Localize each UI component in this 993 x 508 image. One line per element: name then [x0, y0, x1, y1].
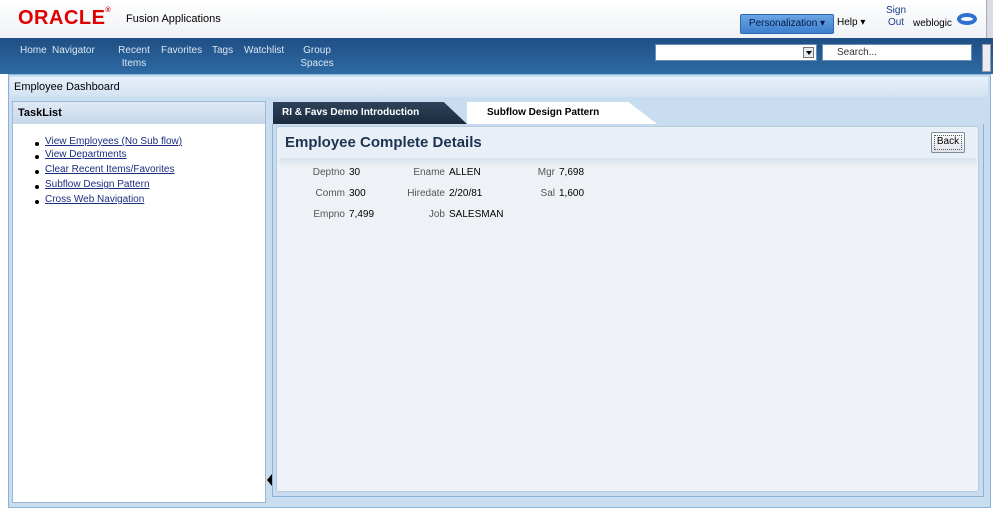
- task-cross-web-navigation-link[interactable]: Cross Web Navigation: [45, 194, 144, 205]
- nav-group-spaces[interactable]: Group Spaces: [298, 44, 336, 70]
- window-edge-scrollbar[interactable]: [986, 0, 993, 38]
- bullet-icon: [35, 155, 39, 159]
- back-button[interactable]: Back: [931, 132, 965, 153]
- field-label-mgr: Mgr: [537, 167, 555, 178]
- details-panel: [276, 126, 979, 492]
- bullet-icon: [35, 200, 39, 204]
- field-value-job: SALESMAN: [449, 209, 504, 220]
- bullet-icon: [35, 185, 39, 189]
- help-menu[interactable]: Help ▾: [837, 17, 865, 28]
- username-label: weblogic: [913, 18, 952, 29]
- field-label-deptno: Deptno: [312, 167, 345, 178]
- oracle-logo-text: ORACLE: [18, 7, 106, 29]
- nav-home[interactable]: Home: [20, 44, 47, 57]
- task-view-employees-link[interactable]: View Employees (No Sub flow): [45, 136, 182, 147]
- bullet-icon: [35, 142, 39, 146]
- tab-subflow-design-pattern[interactable]: Subflow Design Pattern: [467, 102, 657, 124]
- details-title: Employee Complete Details: [285, 134, 482, 151]
- page-title: Employee Dashboard: [10, 77, 988, 97]
- tasklist-header: TaskList: [13, 102, 265, 124]
- tasklist-panel: [12, 101, 266, 503]
- task-clear-recent-link[interactable]: Clear Recent Items/Favorites: [45, 164, 175, 175]
- field-label-comm: Comm: [315, 188, 345, 199]
- oracle-logo: ORACLE®: [18, 7, 111, 30]
- field-value-deptno: 30: [349, 167, 361, 178]
- field-value-empno: 7,499: [349, 209, 375, 220]
- task-subflow-design-link[interactable]: Subflow Design Pattern: [45, 179, 150, 190]
- nav-navigator[interactable]: Navigator: [52, 44, 95, 57]
- trademark-mark: ®: [105, 7, 112, 14]
- nav-watchlist[interactable]: Watchlist: [244, 44, 284, 57]
- search-input[interactable]: Search...: [822, 44, 972, 61]
- field-label-ename: Ename: [413, 167, 445, 178]
- details-header-divider: [279, 158, 977, 168]
- nav-tags[interactable]: Tags: [212, 44, 233, 57]
- field-label-empno: Empno: [313, 209, 345, 220]
- sign-out-link[interactable]: Sign Out: [882, 5, 910, 31]
- personalization-menu-button[interactable]: Personalization ▾: [740, 14, 834, 34]
- bullet-icon: [35, 170, 39, 174]
- nav-scroll-button[interactable]: [982, 44, 991, 72]
- field-label-hiredate: Hiredate: [407, 188, 445, 199]
- field-label-job: Job: [428, 209, 445, 220]
- field-label-sal: Sal: [540, 188, 555, 199]
- product-name: Fusion Applications: [126, 13, 221, 25]
- tab-ri-favs-demo[interactable]: RI & Favs Demo Introduction: [273, 102, 467, 124]
- oracle-o-icon: [957, 13, 977, 25]
- search-category-select[interactable]: [655, 44, 817, 61]
- field-value-hiredate: 2/20/81: [449, 188, 483, 199]
- task-view-departments-link[interactable]: View Departments: [45, 149, 127, 160]
- field-value-mgr: 7,698: [559, 167, 585, 178]
- nav-favorites[interactable]: Favorites: [161, 44, 202, 57]
- field-value-ename: ALLEN: [449, 167, 481, 178]
- nav-recent-items[interactable]: Recent Items: [114, 44, 154, 70]
- chevron-down-icon[interactable]: [803, 47, 814, 58]
- focus-ring: [934, 135, 962, 150]
- field-value-sal: 1,600: [559, 188, 585, 199]
- field-value-comm: 300: [349, 188, 366, 199]
